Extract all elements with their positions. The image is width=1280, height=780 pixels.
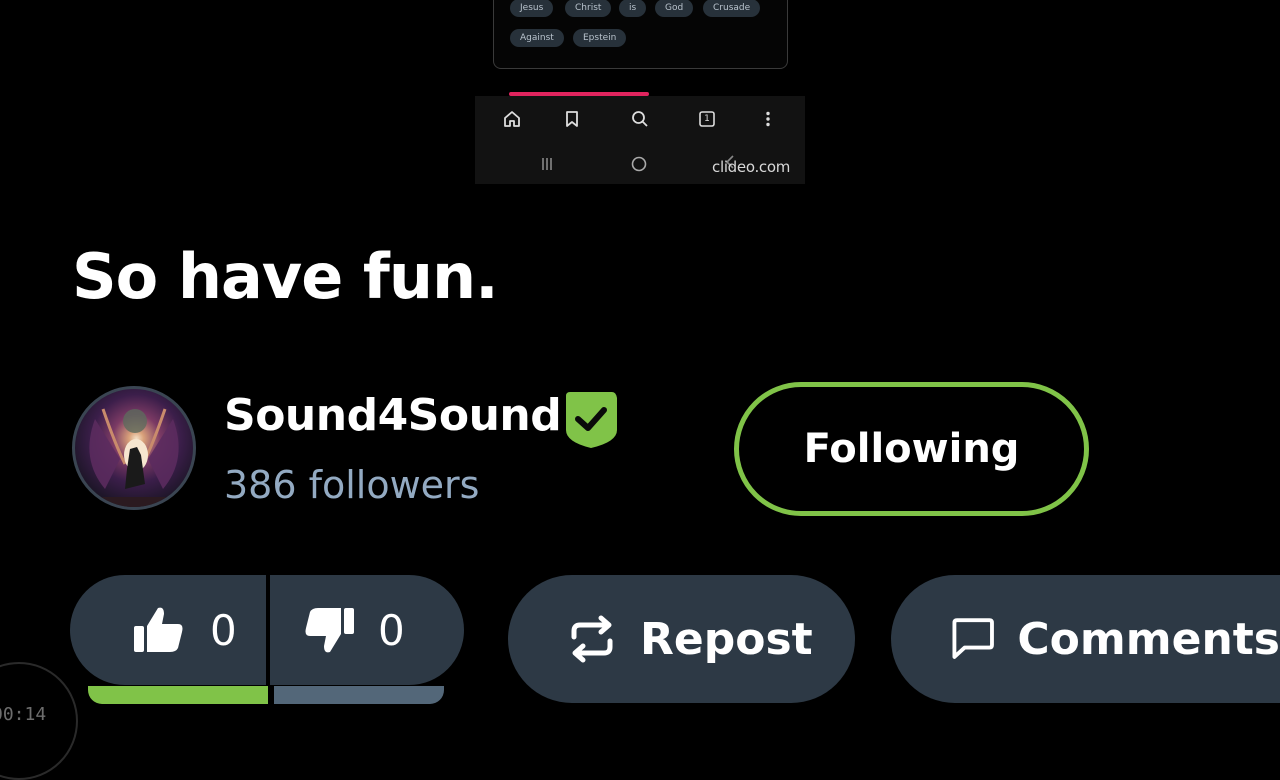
follower-count: 386 followers [224,463,480,507]
comment-icon [952,618,994,659]
home-circle-icon[interactable] [628,153,650,175]
verified-badge-icon [562,390,620,450]
channel-name[interactable]: Sound4Sound [224,390,562,441]
tag-chip[interactable]: is [619,0,647,17]
tag-chip[interactable]: Jesus [510,0,554,17]
tabs-icon[interactable]: 1 [696,108,718,130]
like-count: 0 [210,605,237,655]
tag-chip[interactable]: Crusade [703,0,761,17]
tag-chip[interactable]: Epstein [573,29,627,47]
more-icon[interactable] [757,108,779,130]
dislike-button[interactable]: 0 [302,575,405,685]
watermark: clideo.com [712,158,791,176]
like-button[interactable]: 0 [130,575,237,685]
repost-button[interactable]: Repost [508,575,855,703]
comments-button[interactable]: Comments [891,575,1280,703]
vote-control: 0 0 [70,575,464,685]
dislike-ratio-bar [274,686,444,704]
comments-label: Comments [1017,613,1280,665]
following-button[interactable]: Following [734,382,1089,516]
embedded-screenshot-card: Jesus Christ is God Crusade Against Epst… [493,0,788,69]
recent-apps-icon[interactable] [536,153,558,175]
like-ratio-bar [88,686,268,704]
tag-chip[interactable]: God [655,0,694,17]
repost-label: Repost [640,613,813,665]
thumbs-up-icon [134,607,183,652]
bookmark-icon[interactable] [561,108,583,130]
avatar[interactable] [72,386,196,510]
post-text: So have fun. [72,240,499,313]
tag-chip[interactable]: Christ [565,0,612,17]
vote-divider [266,575,270,685]
tag-chip[interactable]: Against [510,29,564,47]
player-timestamp: 00:14 [0,704,47,725]
thumbs-down-icon [305,608,354,653]
tab-count: 1 [704,114,710,124]
repost-icon [571,615,613,663]
dislike-count: 0 [378,605,405,655]
home-icon[interactable] [501,108,523,130]
search-icon[interactable] [629,108,651,130]
